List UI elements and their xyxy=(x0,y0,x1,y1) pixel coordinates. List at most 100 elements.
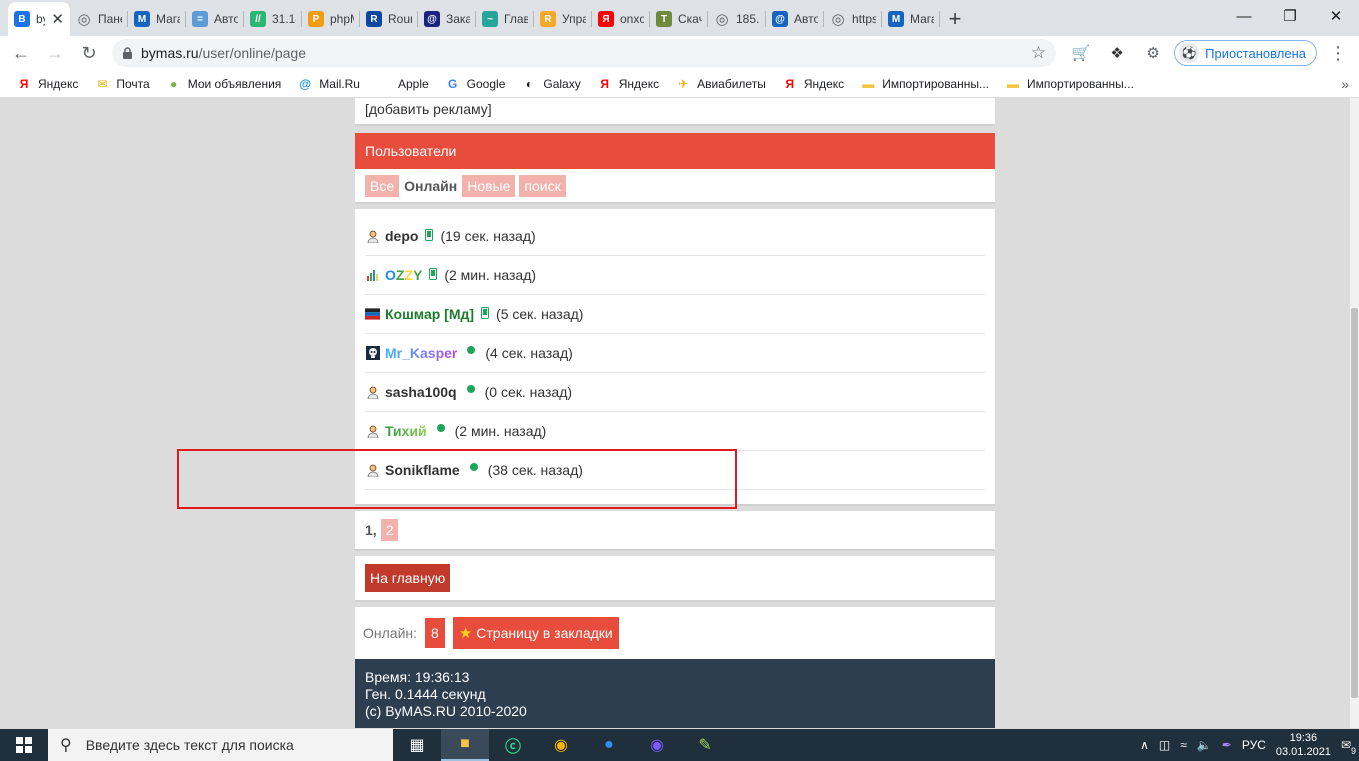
app-blue-icon[interactable]: ● xyxy=(585,729,633,761)
filter-tab: Онлайн xyxy=(404,177,458,194)
tab[interactable]: T Скача xyxy=(650,2,708,36)
app-purple-icon[interactable]: ◉ xyxy=(633,729,681,761)
browser-toolbar: ← → ↻ bymas.ru/user/online/page ☆ 🛒 ❖ ⚙ … xyxy=(0,36,1359,70)
chevron-up-icon[interactable]: ∧ xyxy=(1140,738,1149,752)
volume-icon[interactable]: 🔈 xyxy=(1197,738,1212,752)
username-link[interactable]: Sonikflame xyxy=(385,462,460,478)
more-bookmarks-icon[interactable]: » xyxy=(1341,76,1349,92)
notepad-icon[interactable]: ✎ xyxy=(681,729,729,761)
lock-icon[interactable] xyxy=(122,46,133,60)
chrome-icon[interactable]: ◉ xyxy=(537,729,585,761)
url-text[interactable]: bymas.ru/user/online/page xyxy=(141,45,1023,61)
home-box: На главную xyxy=(355,556,995,602)
bookmark-item[interactable]: ◐ Galaxy xyxy=(515,76,586,92)
globe-icon: ◎ xyxy=(715,11,729,28)
tab[interactable]: PphpM xyxy=(302,2,360,36)
puzzle-extension-icon[interactable]: ❖ xyxy=(1102,38,1132,68)
tab-title: 31.14 xyxy=(272,12,296,26)
bookmark-item[interactable]: Я Яндекс xyxy=(591,76,665,92)
favicon-icon: Я xyxy=(598,11,614,27)
user-avatar-icon xyxy=(365,229,380,244)
windows-start-icon[interactable] xyxy=(0,729,48,761)
tab[interactable]: ~ Главн xyxy=(476,2,534,36)
bookmark-item[interactable]: ▬ Импортированны... xyxy=(999,76,1140,92)
wifi-icon[interactable]: ≈ xyxy=(1180,738,1187,752)
add-ad-link[interactable]: [добавить рекламу] xyxy=(365,101,492,117)
back-arrow-icon[interactable]: ← xyxy=(6,38,36,68)
reload-icon[interactable]: ↻ xyxy=(74,38,104,68)
tab[interactable]: // 31.14 xyxy=(244,2,302,36)
bookmark-item[interactable]: Apple xyxy=(370,76,435,92)
bookmark-item[interactable]: ✈ Авиабилеты xyxy=(669,76,772,92)
pager-separator: , xyxy=(372,522,377,538)
tab[interactable]: Яonxos xyxy=(592,2,650,36)
home-button[interactable]: На главную xyxy=(365,564,451,592)
bookmark-label: Яндекс xyxy=(803,76,845,91)
bookmark-item[interactable]: Я Яндекс xyxy=(10,76,84,92)
add-bookmark-button[interactable]: ★ Страницу в закладки xyxy=(452,617,619,649)
address-bar[interactable]: bymas.ru/user/online/page ☆ xyxy=(112,39,1057,67)
section-header: Пользователи xyxy=(355,133,995,169)
bookmark-item[interactable]: G Google xyxy=(439,76,512,92)
system-tray: ∧ ◫ ≈ 🔈 ✒ РУС 19:36 03.01.2021 ✉ 9 xyxy=(1140,731,1359,759)
bookmark-item[interactable]: ▬ Импортированны... xyxy=(854,76,995,92)
filter-tab[interactable]: Новые xyxy=(462,174,516,197)
taskbar-search[interactable]: ⚲ Введите здесь текст для поиска xyxy=(48,729,393,761)
url-path: /user/online/page xyxy=(198,45,306,61)
bookmark-item[interactable]: ✉ Почта xyxy=(88,76,155,92)
ad-box: [добавить рекламу] xyxy=(355,98,995,126)
tab-title: onxos xyxy=(620,12,644,26)
restore-icon[interactable]: ❐ xyxy=(1267,0,1313,32)
bookmark-icon: @ xyxy=(299,76,312,91)
username-link[interactable]: OZZY xyxy=(385,267,422,283)
online-count-badge[interactable]: 8 xyxy=(425,618,445,648)
pen-icon[interactable]: ✒ xyxy=(1222,738,1232,752)
task-view-icon[interactable]: ▦ xyxy=(393,729,441,761)
bookmark-item[interactable]: @ Mail.Ru xyxy=(291,76,366,92)
bookmark-icon: ✈ xyxy=(678,76,689,91)
tab[interactable]: ◎ Пане xyxy=(70,2,128,36)
page-scrollbar[interactable] xyxy=(1350,98,1359,728)
bookmark-item[interactable]: Я Яндекс xyxy=(776,76,850,92)
tab[interactable]: M Мага xyxy=(128,2,186,36)
username-link[interactable]: sasha100q xyxy=(385,384,457,400)
new-tab-button[interactable]: + xyxy=(940,2,970,36)
username-link[interactable]: Mr_Kasper xyxy=(385,345,457,361)
tab[interactable]: R Управ xyxy=(534,2,592,36)
uplay-app-icon[interactable]: ⓒ xyxy=(489,729,537,761)
tab[interactable]: R Rounc xyxy=(360,2,418,36)
tab[interactable]: @ Автор xyxy=(766,2,824,36)
language-indicator[interactable]: РУС xyxy=(1242,738,1266,752)
online-counter-box: Онлайн: 8 ★ Страницу в закладки xyxy=(355,607,995,659)
file-explorer-icon[interactable]: ■ xyxy=(441,729,489,761)
username-link[interactable]: Кошмар [Мд] xyxy=(385,306,474,322)
tab-active[interactable]: Bby ✕ xyxy=(8,2,70,36)
last-seen-time: (0 сек. назад) xyxy=(484,384,573,400)
close-tab-icon[interactable]: ✕ xyxy=(51,10,64,28)
bookmark-item[interactable]: ● Мои объявления xyxy=(160,76,288,92)
forward-arrow-icon[interactable]: → xyxy=(40,38,70,68)
filter-tab[interactable]: поиск xyxy=(519,174,566,197)
username-link[interactable]: depo xyxy=(385,228,418,244)
minimize-icon[interactable]: — xyxy=(1221,0,1267,32)
tab[interactable]: ◎ https xyxy=(824,2,882,36)
scrollbar-thumb[interactable] xyxy=(1351,308,1358,698)
close-window-icon[interactable]: ✕ xyxy=(1313,0,1359,32)
username-link[interactable]: Тихий xyxy=(385,423,427,439)
network-icon[interactable]: ◫ xyxy=(1159,738,1170,752)
bookmark-star-icon[interactable]: ☆ xyxy=(1031,43,1046,63)
clock[interactable]: 19:36 03.01.2021 xyxy=(1276,731,1331,759)
shop-extension-icon[interactable]: 🛒 xyxy=(1066,38,1096,68)
tab[interactable]: ◎ 185.1 xyxy=(708,2,766,36)
page-2-link[interactable]: 2 xyxy=(380,519,399,541)
tab[interactable]: @ Заказ xyxy=(418,2,476,36)
profile-paused-button[interactable]: ⚽ Приостановлена xyxy=(1174,40,1317,66)
menu-kebab-icon[interactable]: ⋮ xyxy=(1323,38,1353,68)
extensions-icon[interactable]: ⚙ xyxy=(1138,38,1168,68)
user-avatar-icon xyxy=(365,463,380,478)
filter-tab[interactable]: Все xyxy=(365,174,400,197)
mobile-icon xyxy=(425,228,434,244)
tab[interactable]: = Автор xyxy=(186,2,244,36)
tab[interactable]: M Мага xyxy=(882,2,940,36)
notification-icon[interactable]: ✉ 9 xyxy=(1341,738,1357,756)
